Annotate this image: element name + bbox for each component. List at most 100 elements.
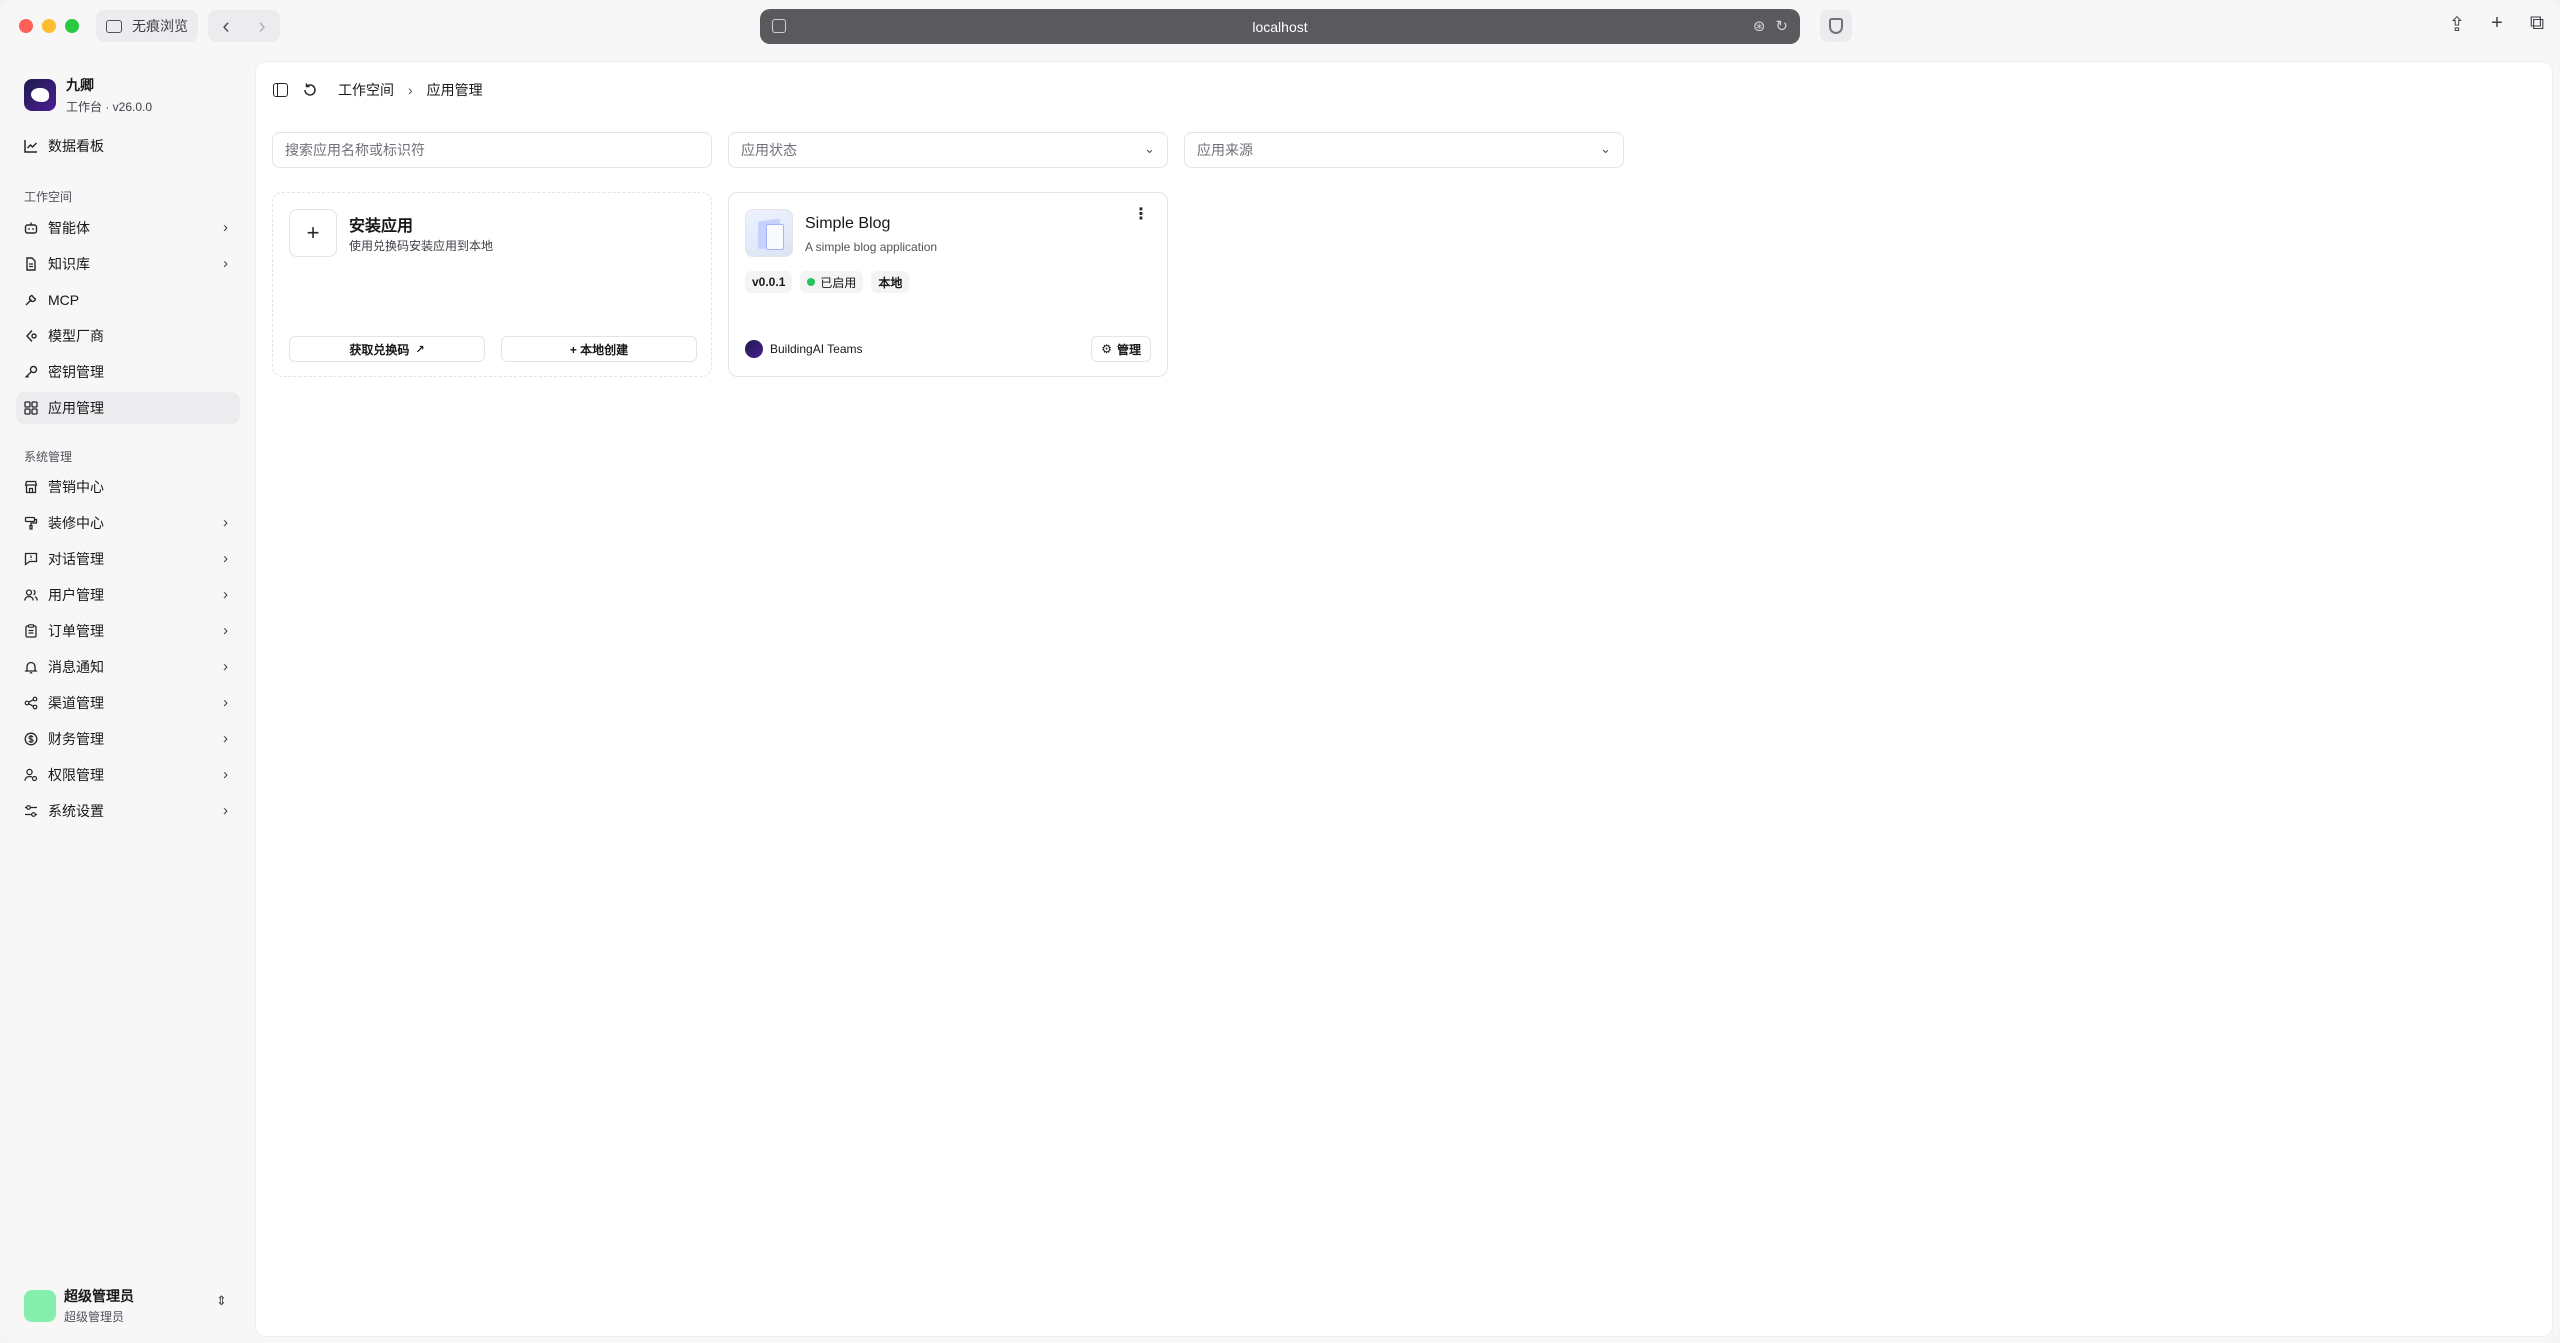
sidebar-item-finance[interactable]: 财务管理 › (16, 723, 240, 755)
chevron-right-icon: › (223, 802, 228, 819)
sidebar-item-notifications[interactable]: 消息通知 › (16, 651, 240, 683)
page-settings-icon[interactable] (772, 19, 786, 33)
sidebar-item-mcp[interactable]: MCP (16, 284, 240, 316)
sidebar-item-orders[interactable]: 订单管理 › (16, 615, 240, 647)
chevrons-up-down-icon[interactable]: ⇕ (216, 1293, 227, 1309)
brand[interactable]: 九卿 工作台 · v26.0.0 (24, 75, 152, 115)
app-author: BuildingAI Teams (745, 340, 863, 358)
paint-roller-icon (24, 516, 38, 530)
sidebar-item-agents[interactable]: 智能体 › (16, 212, 240, 244)
bot-icon (24, 221, 38, 235)
back-icon[interactable]: ‹ (222, 15, 229, 37)
version-badge: v0.0.1 (745, 271, 793, 293)
address-bar[interactable]: localhost ⊛ ↻ (760, 9, 1800, 44)
private-browsing-label: 无痕浏览 (132, 18, 188, 34)
chevron-right-icon: › (223, 622, 228, 639)
sidebar-item-label: 渠道管理 (48, 695, 104, 711)
bell-icon (24, 660, 38, 674)
source-select[interactable]: 应用来源 ⌄ (1184, 132, 1624, 168)
sidebar-item-permissions[interactable]: 权限管理 › (16, 759, 240, 791)
clipboard-list-icon (24, 624, 38, 638)
sidebar-item-dashboard[interactable]: 数据看板 (16, 130, 240, 162)
sidebar-item-settings[interactable]: 系统设置 › (16, 795, 240, 827)
user-menu[interactable]: 超级管理员 超级管理员 (24, 1286, 134, 1325)
more-vertical-icon[interactable]: ⋮ (1133, 207, 1149, 223)
store-icon (24, 480, 38, 494)
privacy-shield-button[interactable] (1820, 10, 1852, 42)
manage-app-button[interactable]: ⚙ 管理 (1091, 336, 1151, 362)
file-text-icon (24, 257, 38, 271)
new-tab-icon[interactable]: + (2488, 12, 2506, 37)
workspace-section-label: 工作空间 (24, 190, 73, 204)
toggle-sidebar-button[interactable] (272, 82, 288, 98)
sidebar-item-channels[interactable]: 渠道管理 › (16, 687, 240, 719)
share-icon[interactable]: ⇪ (2448, 12, 2466, 37)
install-app-title: 安装应用 (349, 218, 414, 235)
forward-icon[interactable]: › (258, 15, 265, 37)
browser-actions: ⇪ + ⧉ (2448, 12, 2546, 37)
main-content: 工作空间 › 应用管理 应用状态 ⌄ 应用来源 ⌄ + 安装应用 使用兑换码安装… (256, 62, 2552, 1336)
install-app-description: 使用兑换码安装应用到本地 (349, 239, 494, 253)
sidebar-item-key-management[interactable]: 密钥管理 (16, 356, 240, 388)
chevron-right-icon: › (223, 550, 228, 567)
app-tags: v0.0.1 已启用 本地 (745, 271, 910, 293)
sidebar-item-label: 订单管理 (48, 623, 104, 639)
get-redeem-code-button[interactable]: 获取兑换码 ↗ (289, 336, 485, 362)
sidebar-item-users[interactable]: 用户管理 › (16, 579, 240, 611)
history-navigation: ‹ › (208, 10, 280, 42)
sidebar-item-app-management[interactable]: 应用管理 (16, 392, 240, 424)
chevron-down-icon: ⌄ (1144, 141, 1155, 156)
maximize-window-button[interactable] (65, 19, 79, 33)
app-card[interactable]: Simple Blog A simple blog application ⋮ … (728, 192, 1168, 377)
system-section-label: 系统管理 (24, 450, 73, 464)
sidebar-item-label: 财务管理 (48, 731, 104, 747)
sidebar-item-conversations[interactable]: 对话管理 › (16, 543, 240, 575)
panel-left-icon (272, 83, 288, 97)
sidebar-item-label: 密钥管理 (48, 364, 104, 380)
url-text: localhost (1252, 18, 1308, 35)
sidebar-item-model-vendors[interactable]: 模型厂商 (16, 320, 240, 352)
minimize-window-button[interactable] (42, 19, 56, 33)
search-field[interactable] (272, 132, 712, 168)
chevron-right-icon: › (223, 766, 228, 783)
wrench-icon (24, 293, 38, 307)
sidebar-item-label: 应用管理 (48, 400, 104, 416)
author-name: BuildingAI Teams (770, 342, 863, 356)
user-role: 超级管理员 (64, 1310, 125, 1324)
author-logo (745, 340, 763, 358)
reload-icon[interactable]: ↻ (1775, 17, 1788, 35)
sliders-icon (24, 804, 38, 818)
model-icon (24, 329, 38, 343)
app-logo (745, 209, 793, 257)
breadcrumb-parent[interactable]: 工作空间 (338, 80, 394, 100)
sidebar-item-knowledge-base[interactable]: 知识库 › (16, 248, 240, 280)
tab-overview-icon[interactable]: ⧉ (2528, 12, 2546, 37)
external-link-icon: ↗ (415, 343, 425, 356)
message-square-icon (24, 552, 38, 566)
chevron-right-icon: › (223, 586, 228, 603)
sidebar-item-marketing[interactable]: 营销中心 (16, 471, 240, 503)
grid-icon (24, 401, 38, 415)
sidebar-item-label: 模型厂商 (48, 328, 104, 344)
address-bar-actions: ⊛ ↻ (1753, 17, 1788, 35)
brand-subtitle: 工作台 · v26.0.0 (66, 100, 153, 114)
status-badge: 已启用 (800, 271, 864, 293)
status-select[interactable]: 应用状态 ⌄ (728, 132, 1168, 168)
sidebar-item-decoration[interactable]: 装修中心 › (16, 507, 240, 539)
avatar (24, 1289, 56, 1322)
chevron-right-icon: › (223, 255, 228, 272)
source-badge: 本地 (871, 271, 910, 293)
close-window-button[interactable] (19, 19, 33, 33)
install-app-card: + 安装应用 使用兑换码安装应用到本地 获取兑换码 ↗ + 本地创建 (272, 192, 712, 377)
button-label: + 本地创建 (569, 342, 629, 357)
browser-toolbar: 无痕浏览 ‹ › localhost ⊛ ↻ ⇪ + ⧉ (0, 0, 2560, 54)
sidebar-item-label: 智能体 (48, 220, 90, 236)
search-input[interactable] (285, 142, 699, 158)
translate-icon[interactable]: ⊛ (1753, 17, 1766, 35)
plus-icon: + (289, 209, 337, 257)
refresh-button[interactable] (302, 82, 318, 98)
shield-icon (1829, 18, 1843, 34)
private-browsing-indicator[interactable]: 无痕浏览 (96, 10, 198, 42)
local-create-button[interactable]: + 本地创建 (501, 336, 697, 362)
sidebar-item-label: 系统设置 (48, 803, 104, 819)
